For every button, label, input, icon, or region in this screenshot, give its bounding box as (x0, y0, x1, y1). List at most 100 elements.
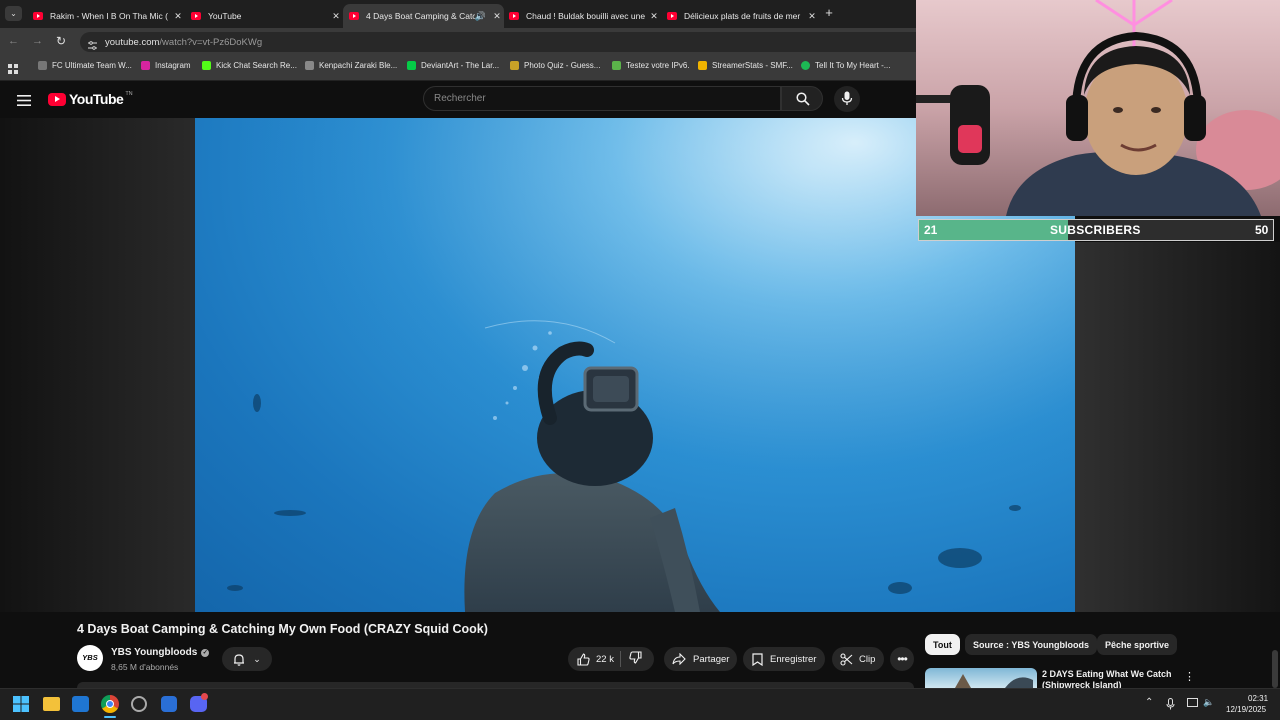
search-icon (796, 92, 810, 106)
chip-sport-fishing[interactable]: Pêche sportive (1097, 634, 1178, 655)
file-explorer-icon[interactable] (43, 697, 60, 711)
bookmark-favicon-icon (38, 61, 47, 70)
voice-search-button[interactable] (834, 86, 860, 112)
scrollbar-thumb[interactable] (1272, 650, 1278, 688)
chevron-down-icon: ⌄ (253, 653, 261, 664)
youtube-favicon-icon (509, 12, 519, 20)
more-actions-button[interactable]: ••• (890, 647, 914, 671)
bookmark-item[interactable]: Kick Chat Search Re... (202, 61, 297, 70)
webcam-overlay (916, 0, 1280, 216)
youtube-favicon-icon (349, 12, 359, 20)
bookmark-item[interactable]: Testez votre IPv6. (612, 61, 690, 70)
instagram-icon (141, 61, 150, 70)
youtube-favicon-icon (667, 12, 677, 20)
microphone-tray-icon[interactable] (1166, 697, 1175, 715)
browser-tab[interactable]: YouTube ✕ (185, 4, 343, 28)
browser-tab-active[interactable]: 4 Days Boat Camping & Catc 🔊 ✕ (343, 4, 504, 28)
like-button[interactable]: 22 k (568, 652, 620, 666)
volume-icon[interactable]: 🔈 (1203, 697, 1214, 708)
browser-tab-strip: ⌄ Rakim - When I B On Tha Mic ( ✕ YouTub… (0, 0, 916, 28)
subscriber-goal-label: SUBSCRIBERS (1050, 223, 1141, 237)
clock-time[interactable]: 02:31 (1248, 694, 1268, 703)
subscriber-count: 21 (924, 223, 938, 237)
youtube-logo-icon (48, 92, 66, 106)
url-text[interactable]: youtube.com/watch?v=vt-Pz6DoKWg (105, 37, 262, 48)
bookmark-favicon-icon (305, 61, 314, 70)
share-icon (672, 653, 686, 665)
bar-chart-icon (698, 61, 707, 70)
app-icon[interactable] (131, 696, 147, 712)
youtube-favicon-icon (191, 12, 201, 20)
dislike-button[interactable] (621, 651, 642, 667)
thumbnail-image (955, 674, 1033, 688)
active-app-indicator (104, 716, 116, 718)
bookmark-item[interactable]: StreamerStats - SMF... (698, 61, 793, 70)
close-tab-icon[interactable]: ✕ (805, 11, 819, 22)
close-tab-icon[interactable]: ✕ (490, 11, 504, 22)
notifications-subscribe-button[interactable]: ⌄ (222, 647, 272, 671)
bookmark-item[interactable]: DeviantArt - The Lar... (407, 61, 499, 70)
chip-all[interactable]: Tout (925, 634, 960, 655)
discord-icon[interactable] (190, 693, 208, 712)
tab-search-button[interactable]: ⌄ (5, 6, 22, 21)
forward-icon[interactable]: → (32, 35, 43, 47)
thumbs-down-icon (629, 651, 642, 664)
related-video-menu-icon[interactable]: ⋮ (1184, 670, 1195, 683)
close-tab-icon[interactable]: ✕ (171, 11, 185, 22)
bookmark-item[interactable]: FC Ultimate Team W... (38, 61, 132, 70)
clip-button[interactable]: Clip (832, 647, 884, 671)
related-video-thumbnail[interactable] (925, 668, 1037, 688)
windows-logo-icon (13, 696, 29, 712)
chrome-icon[interactable] (101, 695, 119, 713)
reload-icon[interactable]: ↻ (56, 34, 66, 48)
chip-channel-source[interactable]: Source : YBS Youngbloods (965, 634, 1098, 655)
subscriber-goal-fill (919, 220, 1068, 240)
subscriber-count-text: 8,65 M d'abonnés (111, 662, 179, 672)
browser-tab[interactable]: Chaud ! Buldak bouilli avec une ✕ (503, 4, 661, 28)
video-title: 4 Days Boat Camping & Catching My Own Fo… (77, 622, 488, 636)
browser-tab[interactable]: Rakim - When I B On Tha Mic ( ✕ (27, 4, 185, 28)
apps-grid-icon[interactable] (8, 61, 18, 74)
like-dislike-group: 22 k (568, 647, 654, 671)
bookmark-item[interactable]: Photo Quiz - Guess... (510, 61, 600, 70)
spotify-icon (801, 61, 810, 70)
start-button[interactable] (13, 696, 29, 712)
related-video-title[interactable]: 2 DAYS Eating What We Catch (Shipwreck I… (1042, 669, 1177, 688)
new-tab-icon[interactable]: + (822, 6, 836, 20)
bookmark-item[interactable]: Instagram (141, 61, 191, 70)
close-tab-icon[interactable]: ✕ (647, 11, 661, 22)
network-icon[interactable] (1187, 698, 1198, 707)
bookmark-icon (752, 652, 763, 666)
hamburger-menu-icon[interactable] (17, 93, 31, 106)
browser-tab[interactable]: Délicieux plats de fruits de mer ✕ (661, 4, 819, 28)
webcam-image (916, 0, 1280, 216)
youtube-logo[interactable]: YouTube TN (48, 91, 133, 107)
video-side-background (1075, 242, 1280, 612)
search-input[interactable]: Rechercher (423, 86, 781, 111)
checkmark-icon (612, 61, 621, 70)
bookmark-favicon-icon (510, 61, 519, 70)
channel-avatar[interactable]: YBS (77, 645, 103, 671)
channel-name[interactable]: YBS Youngbloods ✓ (111, 647, 210, 658)
system-tray-overflow-icon[interactable]: ⌃ (1145, 697, 1153, 708)
kick-icon (202, 61, 211, 70)
scissors-icon (840, 652, 853, 666)
bookmark-item[interactable]: Kenpachi Zaraki Ble... (305, 61, 397, 70)
back-icon[interactable]: ← (8, 35, 19, 47)
search-button[interactable] (781, 86, 823, 111)
bell-icon (234, 653, 245, 666)
close-tab-icon[interactable]: ✕ (329, 11, 343, 22)
site-info-icon[interactable] (88, 37, 97, 50)
microphone-icon (841, 91, 853, 105)
save-button[interactable]: Enregistrer (743, 647, 825, 671)
bookmark-item[interactable]: Tell It To My Heart -... (801, 61, 890, 70)
mail-app-icon[interactable] (72, 696, 89, 712)
clock-date[interactable]: 12/19/2025 (1226, 705, 1266, 714)
thumbs-up-icon (577, 652, 590, 666)
youtube-favicon-icon (33, 12, 43, 20)
speaker-icon[interactable]: 🔊 (475, 11, 486, 22)
app-icon[interactable] (161, 696, 177, 712)
more-horizontal-icon: ••• (897, 652, 908, 666)
share-button[interactable]: Partager (664, 647, 737, 671)
verified-badge-icon: ✓ (201, 648, 210, 657)
